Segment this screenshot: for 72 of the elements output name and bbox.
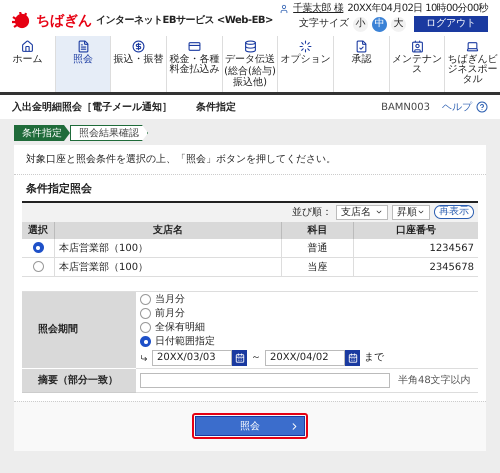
document-icon bbox=[76, 40, 90, 53]
coin-icon bbox=[132, 40, 146, 53]
card-icon bbox=[188, 40, 201, 53]
service-name: インターネットEBサービス <Web-EB> bbox=[96, 16, 273, 26]
nav-tab[interactable]: メンテナンス bbox=[388, 36, 444, 92]
nav-tab[interactable]: 税金・各種料金払込み bbox=[166, 36, 222, 92]
database-icon bbox=[244, 40, 257, 53]
date-field[interactable]: 20XX/03/03 bbox=[152, 350, 232, 366]
radio-button[interactable] bbox=[140, 308, 151, 319]
nav-tab[interactable]: ちばぎんビジネスポータル bbox=[444, 36, 500, 92]
range-separator: ～ bbox=[251, 351, 261, 365]
calendar-button[interactable] bbox=[232, 350, 247, 366]
font-size-button[interactable]: 中 bbox=[372, 16, 387, 32]
nav-tab[interactable]: 振込・振替 bbox=[110, 36, 166, 92]
user-icon bbox=[279, 4, 290, 14]
screen-id: BAMN003 bbox=[381, 100, 430, 114]
step-indicator: 照会結果確認 bbox=[70, 125, 148, 141]
table-cell: 本店営業部（100） bbox=[54, 258, 281, 276]
help-icon[interactable] bbox=[476, 101, 488, 113]
instruction-text: 対象口座と照会条件を選択の上、「照会」ボタンを押してください。 bbox=[26, 154, 336, 165]
page-title: 入出金明細照会［電子メール通知］ bbox=[12, 100, 172, 114]
radio-button[interactable] bbox=[140, 294, 151, 305]
logo-mark-icon bbox=[12, 12, 32, 30]
user-name-link[interactable]: 千葉太郎 様 bbox=[293, 4, 344, 14]
laptop-icon bbox=[466, 40, 480, 53]
logout-button[interactable]: ログアウト bbox=[414, 16, 488, 32]
nav-tab[interactable]: 照会 bbox=[54, 36, 110, 92]
submit-button[interactable]: 照会 bbox=[195, 416, 305, 436]
sort-field-select[interactable]: 支店名 bbox=[336, 204, 388, 220]
table-cell: 本店営業部（100） bbox=[54, 238, 281, 258]
field-label: 照会期間 bbox=[38, 322, 78, 337]
radio-button[interactable] bbox=[32, 242, 44, 253]
nav-sublabel: (総合(給与)振込他) bbox=[223, 67, 277, 88]
document-check-icon bbox=[354, 40, 368, 53]
calendar-button[interactable] bbox=[345, 350, 360, 366]
column-header: 選択 bbox=[22, 222, 54, 238]
radio-button[interactable] bbox=[140, 336, 151, 347]
column-header: 口座番号 bbox=[353, 222, 478, 238]
radio-label: 前月分 bbox=[155, 308, 185, 318]
date-field[interactable]: 20XX/04/02 bbox=[265, 350, 345, 366]
column-header: 支店名 bbox=[54, 222, 281, 238]
radio-button[interactable] bbox=[140, 322, 151, 333]
field-hint: 半角48文字以内 bbox=[398, 374, 471, 388]
column-header: 科目 bbox=[281, 222, 353, 238]
sort-order-select[interactable]: 昇順 bbox=[392, 204, 430, 220]
summary-input-field[interactable] bbox=[140, 372, 390, 388]
table-cell: 当座 bbox=[281, 258, 353, 276]
page-subtitle: 条件指定 bbox=[196, 100, 236, 114]
step-indicator: 条件指定 bbox=[14, 125, 70, 141]
table-cell: 普通 bbox=[281, 238, 353, 258]
font-size-button[interactable]: 小 bbox=[353, 16, 368, 32]
field-label: 摘要（部分一致） bbox=[38, 373, 118, 388]
table-cell: 2345678 bbox=[353, 258, 478, 276]
refresh-button[interactable]: 再表示 bbox=[434, 205, 474, 219]
radio-label: 当月分 bbox=[155, 294, 185, 304]
contact-card-icon bbox=[410, 40, 424, 53]
logo-text: ちばぎん bbox=[36, 14, 92, 28]
radio-label: 全保有明細 bbox=[155, 322, 205, 332]
caret-icon bbox=[375, 208, 383, 216]
radio-button[interactable] bbox=[32, 261, 44, 272]
nav-tab[interactable]: データ伝送 (総合(給与)振込他) bbox=[222, 36, 278, 92]
font-size-label: 文字サイズ bbox=[299, 19, 349, 29]
radio-label: 日付範囲指定 bbox=[155, 336, 215, 346]
sort-label: 並び順： bbox=[292, 206, 332, 220]
caret-icon bbox=[417, 208, 425, 216]
table-cell: 1234567 bbox=[353, 238, 478, 258]
indent-arrow-icon bbox=[140, 354, 148, 362]
login-datetime: 20XX年04月02日 10時00分00秒 bbox=[347, 4, 488, 14]
home-icon bbox=[20, 40, 34, 53]
font-size-button[interactable]: 大 bbox=[391, 16, 406, 32]
range-suffix: まで bbox=[364, 351, 384, 365]
help-link[interactable]: ヘルプ bbox=[442, 100, 472, 114]
